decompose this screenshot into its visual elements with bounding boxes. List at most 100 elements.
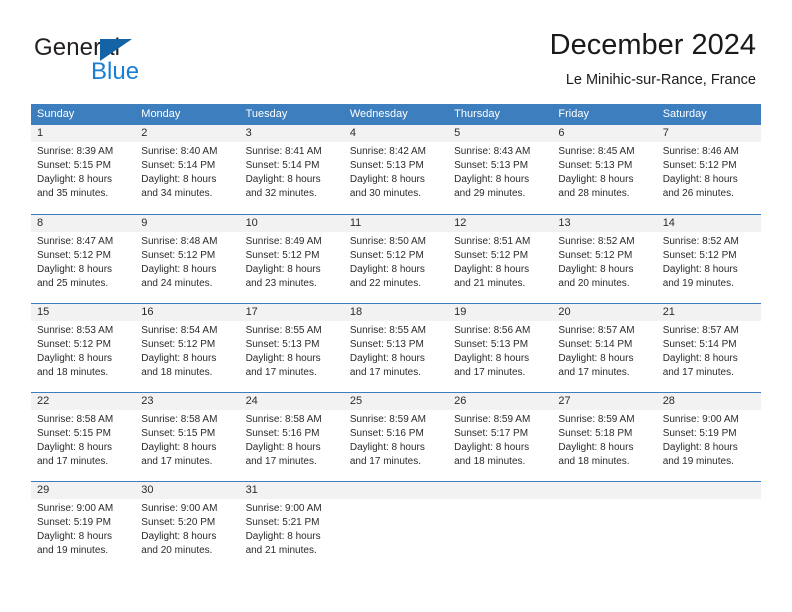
day-number: 3 xyxy=(245,127,252,139)
day-detail-line: Sunrise: 8:47 AM xyxy=(37,236,114,247)
day-cell-7[interactable]: 7 Sunrise: 8:46 AM Sunset: 5:12 PM Daylight… xyxy=(657,125,761,214)
day-detail-lines: Sunrise: 8:59 AM Sunset: 5:18 PM Daylight:… xyxy=(558,413,656,469)
day-detail-line: Sunset: 5:12 PM xyxy=(662,250,737,261)
day-cell-29[interactable]: 29 Sunrise: 9:00 AM Sunset: 5:19 PM Dayligh… xyxy=(31,482,135,570)
day-cell-2[interactable]: 2 Sunrise: 8:40 AM Sunset: 5:14 PM Daylight… xyxy=(135,125,239,214)
day-cell-9[interactable]: 9 Sunrise: 8:48 AM Sunset: 5:12 PM Daylight… xyxy=(135,215,239,303)
day-detail-line: Sunset: 5:15 PM xyxy=(37,428,111,439)
day-detail-line: Sunrise: 8:55 AM xyxy=(245,325,322,336)
day-number: 30 xyxy=(141,484,154,496)
calendar-grid: Sunday Monday Tuesday Wednesday Thursday Frid… xyxy=(31,104,761,570)
weekday-header-saturday: Saturday xyxy=(662,108,707,120)
day-cell-empty xyxy=(448,482,552,570)
day-cell-21[interactable]: 21 Sunrise: 8:57 AM Sunset: 5:14 PM Dayligh… xyxy=(657,304,761,392)
day-detail-lines: Sunrise: 8:51 AM Sunset: 5:12 PM Daylight:… xyxy=(454,235,552,291)
calendar-page: General Blue December 2024 Le Minihic-su… xyxy=(0,0,792,612)
day-cell-1[interactable]: 1 Sunrise: 8:39 AM Sunset: 5:15 PM Daylight… xyxy=(31,125,135,214)
day-detail-lines: Sunrise: 8:42 AM Sunset: 5:13 PM Daylight:… xyxy=(350,145,448,201)
day-cell-30[interactable]: 30 Sunrise: 9:00 AM Sunset: 5:20 PM Dayligh… xyxy=(135,482,239,570)
day-detail-line: and 34 minutes. xyxy=(141,188,213,199)
day-detail-line: Sunrise: 8:41 AM xyxy=(245,146,322,157)
day-detail-line: Daylight: 8 hours xyxy=(37,264,113,275)
day-detail-line: Sunset: 5:15 PM xyxy=(141,428,216,439)
day-detail-lines: Sunrise: 8:57 AM Sunset: 5:14 PM Daylight:… xyxy=(558,324,656,380)
day-cell-26[interactable]: 26 Sunrise: 8:59 AM Sunset: 5:17 PM Dayligh… xyxy=(448,393,552,481)
day-cell-16[interactable]: 16 Sunrise: 8:54 AM Sunset: 5:12 PM Dayligh… xyxy=(135,304,239,392)
general-blue-logo: General Blue xyxy=(34,34,254,90)
day-cell-3[interactable]: 3 Sunrise: 8:41 AM Sunset: 5:14 PM Daylight… xyxy=(240,125,344,214)
day-cell-5[interactable]: 5 Sunrise: 8:43 AM Sunset: 5:13 PM Daylight… xyxy=(448,125,552,214)
day-detail-line: and 35 minutes. xyxy=(37,188,109,199)
day-detail-line: Sunset: 5:13 PM xyxy=(349,339,424,350)
day-detail-line: and 24 minutes. xyxy=(141,278,213,289)
day-cell-11[interactable]: 11 Sunrise: 8:50 AM Sunset: 5:12 PM Dayligh… xyxy=(344,215,448,303)
day-detail-lines: Sunrise: 8:50 AM Sunset: 5:12 PM Daylight:… xyxy=(350,235,448,291)
day-cell-19[interactable]: 19 Sunrise: 8:56 AM Sunset: 5:13 PM Dayligh… xyxy=(448,304,552,392)
day-cell-18[interactable]: 18 Sunrise: 8:55 AM Sunset: 5:13 PM Dayligh… xyxy=(344,304,448,392)
day-detail-line: Sunset: 5:14 PM xyxy=(141,160,216,171)
day-cell-23[interactable]: 23 Sunrise: 8:58 AM Sunset: 5:15 PM Dayligh… xyxy=(135,393,239,481)
day-detail-line: Sunset: 5:14 PM xyxy=(558,339,633,350)
day-detail-line: Sunrise: 8:52 AM xyxy=(558,236,635,247)
weekday-header-wednesday: Wednesday xyxy=(349,108,408,120)
day-detail-line: Sunrise: 8:57 AM xyxy=(662,325,739,336)
day-detail-line: and 18 minutes. xyxy=(558,456,630,467)
day-cell-8[interactable]: 8 Sunrise: 8:47 AM Sunset: 5:12 PM Daylight… xyxy=(31,215,135,303)
day-detail-line: and 17 minutes. xyxy=(558,367,630,378)
weekday-header-monday: Monday xyxy=(141,108,181,120)
day-cell-20[interactable]: 20 Sunrise: 8:57 AM Sunset: 5:14 PM Dayligh… xyxy=(552,304,656,392)
day-detail-line: Daylight: 8 hours xyxy=(349,353,425,364)
day-detail-line: Daylight: 8 hours xyxy=(245,174,321,185)
day-detail-lines: Sunrise: 8:57 AM Sunset: 5:14 PM Daylight:… xyxy=(663,324,761,380)
day-detail-line: and 28 minutes. xyxy=(558,188,630,199)
day-detail-line: Sunrise: 8:42 AM xyxy=(349,146,426,157)
day-number: 31 xyxy=(245,484,258,496)
day-number: 27 xyxy=(558,395,571,407)
day-detail-line: and 17 minutes. xyxy=(454,367,526,378)
day-cell-empty xyxy=(657,482,761,570)
day-cell-14[interactable]: 14 Sunrise: 8:52 AM Sunset: 5:12 PM Dayligh… xyxy=(657,215,761,303)
day-detail-line: Daylight: 8 hours xyxy=(141,174,217,185)
day-detail-lines: Sunrise: 8:48 AM Sunset: 5:12 PM Daylight:… xyxy=(141,235,239,291)
day-detail-lines: Sunrise: 9:00 AM Sunset: 5:21 PM Daylight:… xyxy=(246,502,344,558)
day-detail-line: Daylight: 8 hours xyxy=(245,264,321,275)
day-cell-28[interactable]: 28 Sunrise: 9:00 AM Sunset: 5:19 PM Dayligh… xyxy=(657,393,761,481)
day-number: 17 xyxy=(245,306,258,318)
day-cell-6[interactable]: 6 Sunrise: 8:45 AM Sunset: 5:13 PM Daylight… xyxy=(552,125,656,214)
day-cell-22[interactable]: 22 Sunrise: 8:58 AM Sunset: 5:15 PM Dayligh… xyxy=(31,393,135,481)
day-detail-lines: Sunrise: 8:52 AM Sunset: 5:12 PM Daylight:… xyxy=(558,235,656,291)
day-cell-10[interactable]: 10 Sunrise: 8:49 AM Sunset: 5:12 PM Dayligh… xyxy=(240,215,344,303)
day-detail-line: Sunrise: 9:00 AM xyxy=(245,503,322,514)
day-number: 4 xyxy=(349,127,356,139)
day-detail-line: Daylight: 8 hours xyxy=(558,442,634,453)
day-cell-4[interactable]: 4 Sunrise: 8:42 AM Sunset: 5:13 PM Daylight… xyxy=(344,125,448,214)
day-detail-lines: Sunrise: 8:41 AM Sunset: 5:14 PM Daylight:… xyxy=(246,145,344,201)
day-detail-line: Sunrise: 8:49 AM xyxy=(245,236,322,247)
day-detail-line: Sunrise: 8:59 AM xyxy=(349,414,426,425)
day-cell-15[interactable]: 15 Sunrise: 8:53 AM Sunset: 5:12 PM Dayligh… xyxy=(31,304,135,392)
weekday-header-sunday: Sunday xyxy=(37,108,75,120)
day-detail-line: Sunset: 5:12 PM xyxy=(662,160,737,171)
day-cell-25[interactable]: 25 Sunrise: 8:59 AM Sunset: 5:16 PM Dayligh… xyxy=(344,393,448,481)
day-cell-31[interactable]: 31 Sunrise: 9:00 AM Sunset: 5:21 PM Dayligh… xyxy=(240,482,344,570)
day-number: 26 xyxy=(454,395,467,407)
day-detail-lines: Sunrise: 8:58 AM Sunset: 5:16 PM Daylight:… xyxy=(246,413,344,469)
day-detail-line: Sunset: 5:12 PM xyxy=(37,339,111,350)
day-detail-line: Sunset: 5:19 PM xyxy=(662,428,737,439)
day-detail-line: Daylight: 8 hours xyxy=(141,442,217,453)
calendar-week-row: 29 Sunrise: 9:00 AM Sunset: 5:19 PM Dayligh… xyxy=(31,481,761,570)
day-number: 5 xyxy=(454,127,461,139)
day-detail-line: and 30 minutes. xyxy=(349,188,422,199)
day-cell-27[interactable]: 27 Sunrise: 8:59 AM Sunset: 5:18 PM Dayligh… xyxy=(552,393,656,481)
day-detail-line: and 17 minutes. xyxy=(141,456,213,467)
day-detail-line: Daylight: 8 hours xyxy=(141,531,217,542)
day-cell-24[interactable]: 24 Sunrise: 8:58 AM Sunset: 5:16 PM Dayligh… xyxy=(240,393,344,481)
day-cell-17[interactable]: 17 Sunrise: 8:55 AM Sunset: 5:13 PM Dayligh… xyxy=(240,304,344,392)
day-cell-13[interactable]: 13 Sunrise: 8:52 AM Sunset: 5:12 PM Dayligh… xyxy=(552,215,656,303)
day-cell-12[interactable]: 12 Sunrise: 8:51 AM Sunset: 5:12 PM Dayligh… xyxy=(448,215,552,303)
day-detail-line: and 29 minutes. xyxy=(454,188,526,199)
day-detail-line: Sunset: 5:13 PM xyxy=(349,160,424,171)
day-number: 11 xyxy=(349,217,362,229)
day-detail-line: Sunrise: 8:45 AM xyxy=(558,146,635,157)
day-number: 9 xyxy=(141,217,148,229)
